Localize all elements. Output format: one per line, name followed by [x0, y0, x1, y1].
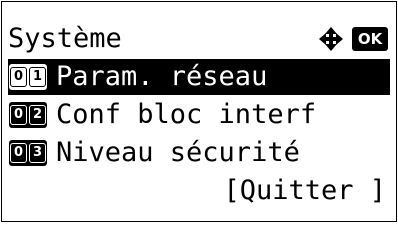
item-number-digit: 3 [29, 143, 46, 163]
menu-item-niveau-securite[interactable]: 03 Niveau sécurité [8, 135, 390, 171]
device-display: Système OK 01 Param. réseau 02 Conf bloc… [1, 1, 397, 222]
footer-row: [Quitter ] [8, 173, 390, 209]
screen-title: Système [8, 23, 122, 54]
menu-item-label: Param. réseau [56, 61, 268, 92]
item-number-badge: 02 [9, 102, 47, 128]
item-number-badge: 03 [9, 140, 47, 166]
ok-key-icon: OK [352, 27, 388, 51]
menu-item-label: Niveau sécurité [56, 137, 300, 168]
item-number-digit: 1 [29, 67, 46, 87]
quit-softkey[interactable]: [Quitter ] [223, 173, 386, 209]
header-row: Système OK [8, 21, 390, 57]
four-way-arrows-icon [319, 27, 343, 51]
menu-item-param-reseau[interactable]: 01 Param. réseau [8, 59, 390, 95]
menu-item-label: Conf bloc interf [56, 99, 317, 130]
item-number-digit: 0 [10, 105, 27, 125]
item-number-digit: 0 [10, 143, 27, 163]
item-number-badge: 01 [9, 64, 47, 90]
item-number-digit: 0 [10, 67, 27, 87]
menu-item-conf-bloc-interf[interactable]: 02 Conf bloc interf [8, 97, 390, 133]
item-number-digit: 2 [29, 105, 46, 125]
